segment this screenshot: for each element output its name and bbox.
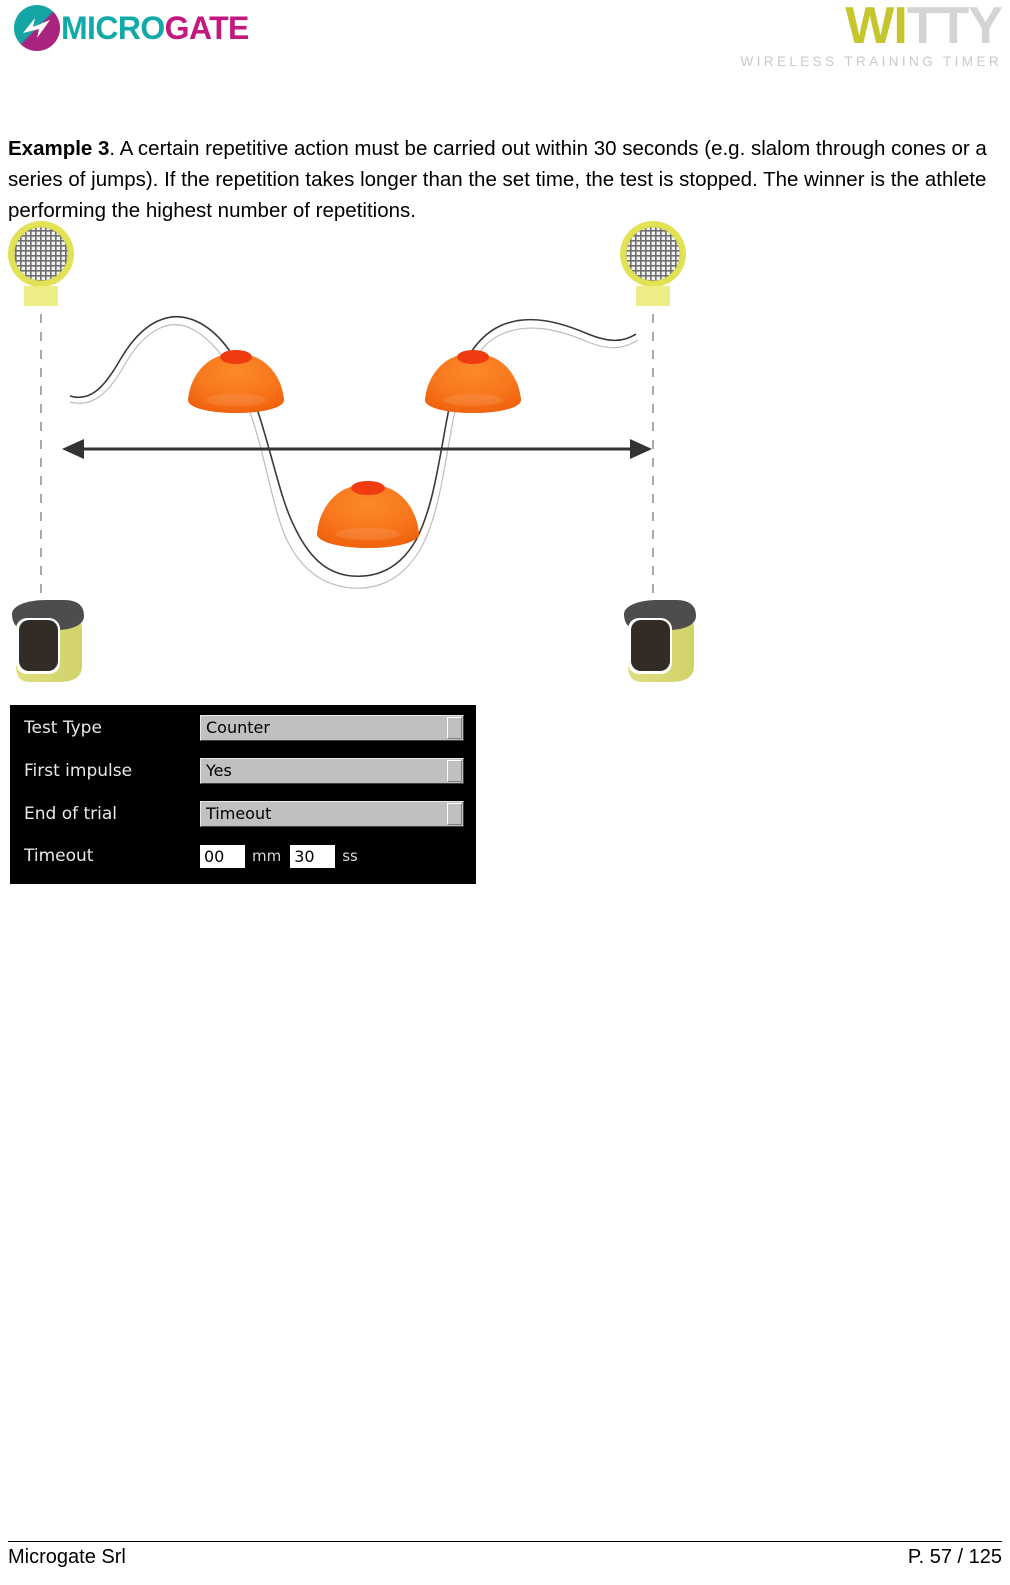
footer-divider — [8, 1541, 1002, 1542]
microgate-wordmark: MICROGATE — [61, 12, 249, 44]
page-footer: Microgate Srl P. 57 / 125 — [8, 1541, 1002, 1569]
setting-label-first-impulse: First impulse — [24, 761, 133, 781]
footer-page-number: P. 57 / 125 — [907, 1546, 1002, 1568]
setting-row-test-type: Test Type Counter — [10, 713, 476, 743]
reflector-panel-icon — [8, 221, 74, 306]
slalom-drill-diagram — [0, 210, 720, 690]
lightning-bolt-icon — [23, 18, 50, 38]
training-cone-icon — [188, 350, 284, 413]
chevron-down-icon[interactable] — [447, 717, 462, 739]
training-cone-icon — [425, 350, 521, 413]
end-of-trial-dropdown[interactable]: Timeout — [200, 801, 464, 827]
footer-row: Microgate Srl P. 57 / 125 — [8, 1546, 1002, 1569]
footer-company: Microgate Srl — [8, 1546, 126, 1568]
setting-label-timeout: Timeout — [24, 846, 94, 866]
end-of-trial-value: Timeout — [206, 804, 272, 823]
reflector-panel-icon — [620, 221, 686, 306]
test-settings-panel: Test Type Counter First impulse Yes End … — [10, 705, 476, 884]
test-type-dropdown[interactable]: Counter — [200, 715, 464, 741]
chevron-down-icon[interactable] — [447, 803, 462, 825]
timeout-seconds-unit: ss — [342, 847, 358, 865]
microgate-logo: MICROGATE — [14, 4, 249, 52]
setting-row-end-of-trial: End of trial Timeout — [10, 799, 476, 829]
double-headed-arrow-icon — [62, 439, 652, 459]
photocell-sensor-icon — [624, 600, 696, 682]
microgate-word-gate: GATE — [164, 10, 250, 46]
chevron-down-icon[interactable] — [447, 760, 462, 782]
microgate-word-micro: MICRO — [61, 10, 165, 46]
witty-wordmark: WITTY — [692, 0, 1003, 55]
setting-row-first-impulse: First impulse Yes — [10, 756, 476, 786]
page-header: MICROGATE WITTY WIRELESS TRAINING TIMER — [0, 0, 1010, 78]
timeout-minutes-input[interactable] — [200, 844, 245, 868]
first-impulse-dropdown[interactable]: Yes — [200, 758, 464, 784]
example-label: Example 3 — [8, 136, 110, 160]
example-body-text: . A certain repetitive action must be ca… — [8, 136, 987, 222]
dashed-beam-line-icon — [40, 296, 654, 610]
witty-word-wi: WI — [845, 0, 908, 55]
first-impulse-value: Yes — [206, 761, 232, 780]
photocell-sensor-icon — [12, 600, 84, 682]
setting-row-timeout: Timeout mm ss — [10, 841, 476, 871]
timeout-input-group: mm ss — [200, 842, 367, 870]
setting-label-test-type: Test Type — [24, 718, 102, 738]
timeout-seconds-input[interactable] — [290, 844, 336, 868]
microgate-circle-bolt-icon — [14, 5, 60, 51]
witty-word-tty: TTY — [906, 0, 1003, 55]
test-type-value: Counter — [206, 718, 270, 737]
setting-label-end-of-trial: End of trial — [24, 804, 118, 824]
witty-tagline: WIRELESS TRAINING TIMER — [740, 54, 1002, 69]
witty-logo: WITTY WIRELESS TRAINING TIMER — [692, 0, 1003, 69]
training-cone-icon — [317, 481, 419, 548]
timeout-minutes-unit: mm — [252, 847, 282, 865]
